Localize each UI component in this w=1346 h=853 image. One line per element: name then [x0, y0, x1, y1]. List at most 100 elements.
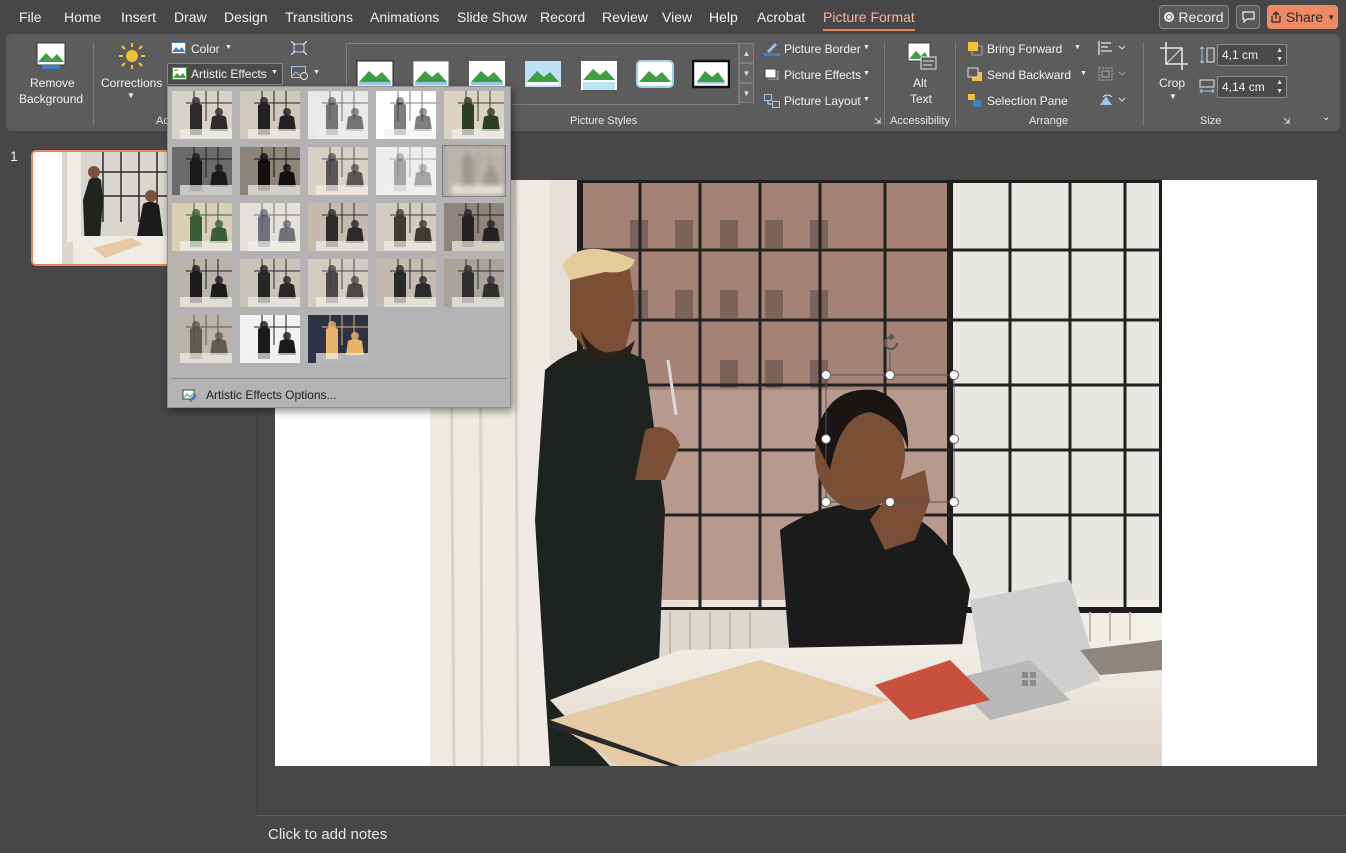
- resize-handle-bottom-right[interactable]: [949, 497, 959, 507]
- gallery-more-icon[interactable]: ▼: [739, 83, 754, 103]
- tab-picture-format[interactable]: Picture Format: [823, 9, 915, 31]
- height-input[interactable]: 4,1 cm ▲ ▼: [1217, 44, 1287, 66]
- office-meeting-photo: [430, 180, 1162, 766]
- artistic-effects-button[interactable]: Artistic Effects ▼: [167, 63, 283, 85]
- artistic-effect-thumbnail: [240, 91, 300, 139]
- tab-view[interactable]: View: [662, 9, 692, 25]
- notes-pane[interactable]: Click to add notes: [257, 815, 1346, 853]
- alt-text-button[interactable]: Alt Text: [899, 40, 945, 110]
- artistic-effect-2[interactable]: [239, 90, 301, 140]
- spinner-icon[interactable]: ▲ ▼: [1276, 78, 1283, 96]
- artistic-effect-17[interactable]: [239, 258, 301, 308]
- group-icon[interactable]: [1098, 67, 1128, 81]
- artistic-effect-thumbnail: [172, 147, 232, 195]
- artistic-effects-options-item[interactable]: Artistic Effects Options...: [182, 385, 337, 405]
- bring-forward-button[interactable]: Bring Forward ▼: [967, 40, 1085, 58]
- artistic-effect-6[interactable]: [171, 146, 233, 196]
- resize-handle-bottom[interactable]: [885, 497, 895, 507]
- artistic-effect-5[interactable]: [443, 90, 505, 140]
- artistic-effect-20[interactable]: [443, 258, 505, 308]
- width-icon: [1199, 79, 1215, 94]
- artistic-effect-3[interactable]: [307, 90, 369, 140]
- picture-style-4[interactable]: [524, 58, 562, 90]
- artistic-effect-11[interactable]: [171, 202, 233, 252]
- gallery-down-icon[interactable]: ▼: [739, 63, 754, 83]
- artistic-effect-12[interactable]: [239, 202, 301, 252]
- tab-transitions[interactable]: Transitions: [285, 9, 353, 25]
- tab-slide-show[interactable]: Slide Show: [457, 9, 527, 25]
- change-picture-icon: [291, 66, 308, 80]
- tab-help[interactable]: Help: [709, 9, 738, 25]
- tab-review[interactable]: Review: [602, 9, 648, 25]
- rotate-handle-icon[interactable]: [880, 332, 902, 354]
- artistic-effect-16[interactable]: [171, 258, 233, 308]
- crop-button[interactable]: Crop ▼: [1153, 40, 1195, 110]
- selection-pane-icon: [968, 94, 981, 107]
- tab-record[interactable]: Record: [540, 9, 585, 25]
- artistic-effect-18[interactable]: [307, 258, 369, 308]
- record-button[interactable]: Record: [1159, 5, 1229, 29]
- collapse-ribbon-icon[interactable]: ⌄: [1322, 112, 1330, 123]
- picture-effects-button[interactable]: Picture Effects ▼: [764, 66, 876, 84]
- artistic-effect-7[interactable]: [239, 146, 301, 196]
- artistic-effect-thumbnail: [308, 147, 368, 195]
- gallery-scroll[interactable]: ▲ ▼ ▼: [739, 43, 754, 105]
- spinner-icon[interactable]: ▲ ▼: [1276, 46, 1283, 64]
- artistic-effect-8[interactable]: [307, 146, 369, 196]
- tab-file[interactable]: File: [19, 9, 42, 25]
- slide-thumbnail-1[interactable]: [31, 150, 171, 266]
- selection-pane-button[interactable]: Selection Pane: [967, 92, 1073, 110]
- resize-handle-top-right[interactable]: [949, 370, 959, 380]
- change-picture-button[interactable]: ▼: [291, 66, 323, 84]
- artistic-effect-thumbnail: [376, 147, 436, 195]
- tab-draw[interactable]: Draw: [174, 9, 207, 25]
- picture-style-7[interactable]: [692, 58, 730, 90]
- compress-pictures-icon[interactable]: [291, 41, 307, 55]
- artistic-effect-21[interactable]: [171, 314, 233, 364]
- gallery-up-icon[interactable]: ▲: [739, 43, 754, 63]
- tab-animations[interactable]: Animations: [370, 9, 439, 25]
- artistic-effect-13[interactable]: [307, 202, 369, 252]
- remove-background-label-1: Remove: [30, 76, 75, 90]
- corrections-button[interactable]: Corrections ▼: [98, 40, 164, 110]
- dialog-launcher-icon[interactable]: ⇲: [874, 116, 882, 127]
- picture-style-6[interactable]: [636, 58, 674, 90]
- artistic-effect-1[interactable]: [171, 90, 233, 140]
- rotate-icon[interactable]: [1098, 93, 1128, 107]
- artistic-effect-15[interactable]: [443, 202, 505, 252]
- artistic-effect-thumbnail: [376, 91, 436, 139]
- remove-background-button[interactable]: Remove Background: [14, 40, 88, 110]
- artistic-effect-19[interactable]: [375, 258, 437, 308]
- dialog-launcher-icon[interactable]: ⇲: [1283, 116, 1291, 127]
- picture-layout-button[interactable]: Picture Layout ▼: [764, 92, 876, 110]
- artistic-effect-thumbnail: [172, 203, 232, 251]
- tab-acrobat[interactable]: Acrobat: [757, 9, 805, 25]
- tab-insert[interactable]: Insert: [121, 9, 156, 25]
- artistic-effect-10[interactable]: [442, 145, 506, 197]
- artistic-effect-14[interactable]: [375, 202, 437, 252]
- remove-background-icon: [36, 42, 66, 69]
- color-label: Color: [191, 42, 220, 56]
- color-button[interactable]: Color ▼: [169, 40, 235, 58]
- picture-border-button[interactable]: Picture Border ▼: [764, 40, 876, 58]
- send-backward-button[interactable]: Send Backward ▼: [967, 66, 1091, 84]
- comments-button[interactable]: [1236, 5, 1260, 29]
- artistic-effect-23[interactable]: [307, 314, 369, 364]
- artistic-effect-22[interactable]: [239, 314, 301, 364]
- tab-design[interactable]: Design: [224, 9, 268, 25]
- slide-picture[interactable]: [430, 180, 1162, 766]
- resize-handle-left[interactable]: [821, 434, 831, 444]
- artistic-effect-9[interactable]: [375, 146, 437, 196]
- resize-handle-right[interactable]: [949, 434, 959, 444]
- artistic-effect-4[interactable]: [375, 90, 437, 140]
- width-input[interactable]: 4,14 cm ▲ ▼: [1217, 76, 1287, 98]
- share-button[interactable]: Share ▼: [1267, 5, 1338, 29]
- align-icon[interactable]: [1098, 41, 1128, 55]
- resize-handle-top[interactable]: [885, 370, 895, 380]
- tab-home[interactable]: Home: [64, 9, 101, 25]
- chevron-down-icon: ▼: [127, 91, 135, 100]
- picture-style-5[interactable]: [580, 58, 618, 90]
- resize-handle-top-left[interactable]: [821, 370, 831, 380]
- resize-handle-bottom-left[interactable]: [821, 497, 831, 507]
- send-backward-icon: [967, 67, 982, 81]
